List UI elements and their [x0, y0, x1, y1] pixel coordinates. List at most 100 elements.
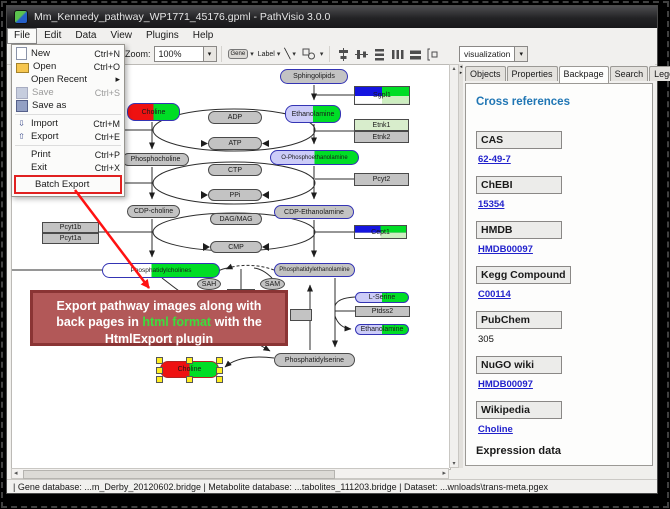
node-ethanolamine-bottom[interactable]: Ethanolamine [355, 324, 409, 335]
scroll-up-icon[interactable]: ▴ [450, 65, 458, 72]
menu-item-new[interactable]: New Ctrl+N [12, 47, 124, 60]
menu-item-save-as[interactable]: Save as [12, 99, 124, 112]
icon-spacer [16, 150, 27, 160]
selection-handle[interactable] [216, 376, 223, 383]
node-phosphatidylserine[interactable]: Phosphatidylserine [274, 353, 355, 367]
chevron-down-icon[interactable]: ▾ [292, 50, 296, 58]
selection-handle[interactable] [156, 357, 163, 364]
selection-handle[interactable] [156, 376, 163, 383]
node-o-phosphoethanolamine[interactable]: O-Phosphoethanolamine [270, 150, 359, 165]
menu-item-import[interactable]: ⇩ Import Ctrl+M [12, 117, 124, 130]
node-pcyt1a[interactable]: Pcyt1a [42, 233, 99, 244]
submenu-arrow-icon: ▸ [115, 74, 120, 85]
xref-source-name: NuGO wiki [476, 356, 562, 374]
node-ctp[interactable]: CTP [208, 164, 262, 176]
node-pcyt2[interactable]: Pcyt2 [354, 173, 409, 186]
menu-bar: File Edit Data View Plugins Help [7, 28, 657, 45]
title-bar[interactable]: Mm_Kennedy_pathway_WP1771_45176.gpml - P… [7, 6, 657, 28]
selection-handle[interactable] [186, 357, 193, 364]
node-etnk1[interactable]: Etnk1 [354, 119, 409, 131]
visualization-combobox[interactable]: visualization ▾ [459, 46, 528, 62]
node-l-serine[interactable]: L-Serine [355, 292, 409, 303]
tab-objects[interactable]: Objects [465, 66, 506, 81]
distribute-horizontal-button[interactable] [388, 46, 406, 62]
node-adp[interactable]: ADP [208, 111, 262, 124]
add-line-button[interactable]: ╲ ▾ [282, 48, 298, 61]
xref-link[interactable]: HMDB00097 [478, 244, 642, 255]
node-phosphatidylethanolamine[interactable]: Phosphatidylethanolamine [274, 263, 355, 277]
selection-handle[interactable] [186, 376, 193, 383]
node-sphingolipids[interactable]: Sphingolipids [280, 69, 348, 84]
node-sgpl1[interactable]: Sgpl1 [354, 86, 410, 105]
node-cept1[interactable]: Cept1 [354, 225, 407, 239]
zoom-label: Zoom: [125, 49, 151, 59]
tab-properties[interactable]: Properties [507, 66, 558, 81]
align-center-y-button[interactable] [352, 46, 370, 62]
node-sah[interactable]: SAH [197, 278, 221, 290]
xref-link[interactable]: HMDB00097 [478, 379, 642, 390]
xref-link[interactable]: 62-49-7 [478, 154, 642, 165]
menu-item-export[interactable]: ⇧ Export Ctrl+E [12, 130, 124, 143]
chevron-down-icon[interactable]: ▾ [514, 47, 527, 61]
menu-item-print[interactable]: Print Ctrl+P [12, 148, 124, 161]
selection-handle[interactable] [216, 357, 223, 364]
icon-spacer [16, 75, 27, 85]
tab-backpage[interactable]: Backpage [559, 66, 609, 83]
xref-source-name: Wikipedia [476, 401, 562, 419]
xref-source-name: HMDB [476, 221, 562, 239]
scroll-left-icon[interactable]: ◂ [14, 469, 18, 478]
canvas-vertical-scrollbar[interactable]: ▴ ▾ [449, 64, 459, 468]
align-center-x-button[interactable] [334, 46, 352, 62]
scroll-right-icon[interactable]: ▸ [442, 469, 446, 478]
node-etnk2[interactable]: Etnk2 [354, 131, 409, 143]
canvas-horizontal-scrollbar[interactable]: ◂ ▸ [11, 468, 449, 479]
distribute-vertical-button[interactable] [370, 46, 388, 62]
xref-link[interactable]: C00114 [478, 289, 642, 300]
node-ethanolamine-top[interactable]: Ethanolamine [285, 105, 341, 123]
node-atp[interactable]: ATP [208, 137, 262, 150]
common-width-button[interactable] [424, 46, 442, 62]
selection-handle[interactable] [156, 367, 163, 374]
chevron-down-icon[interactable]: ▾ [277, 50, 281, 58]
menu-file[interactable]: File [7, 28, 37, 44]
icon-spacer [20, 180, 31, 190]
node-dag-mag[interactable]: DAG/MAG [210, 213, 262, 225]
xref-section-nugo: NuGO wiki HMDB00097 [476, 355, 642, 390]
zoom-combobox[interactable]: 100% ▾ [154, 46, 217, 62]
common-height-button[interactable] [406, 46, 424, 62]
menu-data[interactable]: Data [68, 28, 103, 44]
chevron-down-icon[interactable]: ▾ [250, 50, 254, 58]
node-phosphatidylcholines[interactable]: Phosphatidylcholines [102, 263, 220, 278]
menu-view[interactable]: View [103, 28, 139, 44]
menu-item-batch-export[interactable]: Batch Export [14, 175, 122, 194]
xref-link[interactable]: 15354 [478, 199, 642, 210]
node-cdp-choline[interactable]: CDP-choline [127, 205, 180, 218]
node-pisd-partial[interactable] [290, 309, 312, 321]
file-menu-dropdown: New Ctrl+N Open Ctrl+O Open Recent ▸ Sav… [11, 44, 125, 197]
add-gene-button[interactable]: Gene ▾ [226, 48, 256, 60]
node-cmp[interactable]: CMP [210, 241, 262, 253]
node-choline-top[interactable]: Choline [127, 103, 180, 121]
node-ppi[interactable]: PPi [208, 189, 262, 201]
add-shape-button[interactable]: ▾ [298, 45, 326, 63]
menu-edit[interactable]: Edit [37, 28, 68, 44]
add-label-button[interactable]: Label ▾ [256, 49, 283, 59]
node-sam[interactable]: SAM [260, 278, 285, 290]
menu-help[interactable]: Help [186, 28, 221, 44]
scrollbar-thumb[interactable] [23, 470, 335, 479]
node-pcyt1b[interactable]: Pcyt1b [42, 222, 99, 233]
menu-item-exit[interactable]: Exit Ctrl+X [12, 161, 124, 174]
chevron-down-icon[interactable]: ▾ [203, 47, 216, 61]
scroll-down-icon[interactable]: ▾ [450, 460, 458, 467]
tab-search[interactable]: Search [610, 66, 649, 81]
tab-legend[interactable]: Legend [649, 66, 670, 81]
node-cdp-ethanolamine[interactable]: CDP-Ethanolamine [274, 205, 354, 219]
xref-link[interactable]: Choline [478, 424, 642, 435]
selection-handle[interactable] [216, 367, 223, 374]
chevron-down-icon[interactable]: ▾ [320, 50, 324, 58]
menu-item-open[interactable]: Open Ctrl+O [12, 60, 124, 73]
menu-item-open-recent[interactable]: Open Recent ▸ [12, 73, 124, 86]
node-phosphocholine[interactable]: Phosphocholine [122, 153, 189, 166]
menu-plugins[interactable]: Plugins [139, 28, 186, 44]
node-ptdss2[interactable]: Ptdss2 [355, 306, 410, 317]
